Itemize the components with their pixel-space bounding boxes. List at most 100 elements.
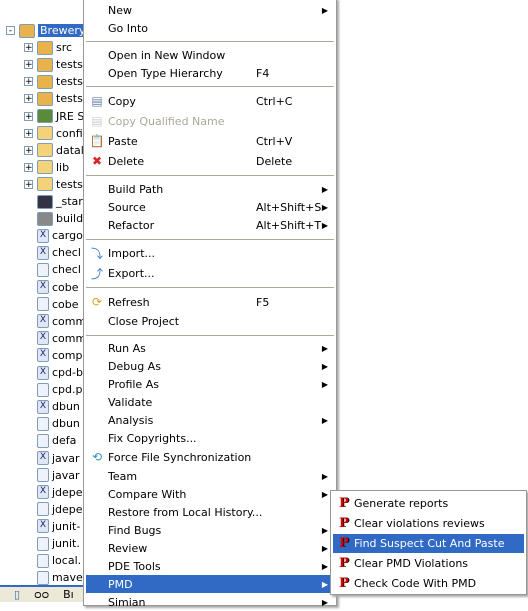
menu-item-new[interactable]: New ▶	[86, 1, 334, 19]
menu-item-copy-qualified-name[interactable]: ▤ Copy Qualified Name	[86, 112, 334, 130]
xml-file-icon: X	[37, 348, 49, 363]
menu-item-refactor[interactable]: Refactor Alt+Shift+T ▶	[86, 216, 334, 234]
tree-item[interactable]: build	[24, 210, 83, 227]
tree-item-label: cobe	[52, 280, 79, 294]
submenu-item-clear-violations-reviews[interactable]: P Clear violations reviews	[333, 514, 524, 533]
expand-toggle-icon[interactable]: +	[24, 60, 33, 70]
tree-item-label: junit.	[52, 537, 80, 550]
tree-item[interactable]: Xcobe	[24, 279, 79, 296]
submenu-item-clear-pmd-violations[interactable]: P Clear PMD Violations	[333, 554, 524, 573]
tree-item[interactable]: + lib	[24, 159, 69, 176]
tree-item[interactable]: Xcpd-b	[24, 364, 83, 381]
expand-toggle-icon[interactable]: +	[24, 179, 33, 189]
tree-item[interactable]: checl	[24, 261, 81, 278]
menu-item-paste[interactable]: 📋 Paste Ctrl+V	[86, 132, 334, 150]
submenu-arrow-icon: ▶	[321, 561, 328, 571]
tree-item-label: defa	[52, 434, 77, 448]
tree-item[interactable]: mave	[24, 569, 83, 585]
menu-item-team[interactable]: Team ▶	[86, 467, 334, 485]
menu-item-label: Close Project	[108, 314, 180, 328]
menu-item-label: PMD	[108, 577, 133, 591]
menu-item-fix-copyrights[interactable]: Fix Copyrights...	[86, 429, 334, 447]
tree-item[interactable]: Xchecl	[24, 244, 81, 261]
expand-toggle-icon[interactable]: -	[6, 26, 15, 36]
menu-item-delete[interactable]: ✖ Delete Delete	[86, 152, 334, 170]
submenu-item-generate-reports[interactable]: P Generate reports	[333, 494, 524, 513]
tree-item[interactable]: dbun	[24, 415, 80, 432]
menu-item-analysis[interactable]: Analysis ▶	[86, 411, 334, 429]
menu-item-find-bugs[interactable]: Find Bugs ▶	[86, 521, 334, 539]
menu-item-open-type-hierarchy[interactable]: Open Type Hierarchy F4	[86, 64, 334, 82]
menu-item-build-path[interactable]: Build Path ▶	[86, 180, 334, 198]
tree-item[interactable]: + tests	[24, 176, 83, 193]
expand-toggle-icon[interactable]: +	[24, 94, 33, 104]
folder-icon	[37, 160, 53, 175]
menu-item-simian[interactable]: Simian ▶	[86, 593, 334, 611]
tree-item-label: cobe	[52, 297, 79, 311]
tree-item[interactable]: javar	[24, 467, 80, 484]
tree-item[interactable]: Xcomm	[24, 330, 84, 347]
menu-item-validate[interactable]: Validate	[86, 393, 334, 411]
view-tab[interactable]: Bı	[63, 588, 74, 601]
submenu-item-check-code-with-pmd[interactable]: P Check Code With PMD	[333, 574, 524, 593]
submenu-item-find-suspect-cut-and-paste[interactable]: P Find Suspect Cut And Paste	[333, 534, 524, 553]
expand-toggle-icon[interactable]: +	[24, 43, 33, 53]
tree-item-label: Brewery	[38, 24, 84, 37]
menu-item-debug-as[interactable]: Debug As ▶	[86, 357, 334, 375]
menu-item-label: New	[108, 3, 132, 17]
tree-item[interactable]: jdepe	[24, 501, 83, 518]
tree-item[interactable]: defa	[24, 432, 76, 449]
tree-item[interactable]: Xdbun	[24, 398, 80, 415]
shortcut-label: Alt+Shift+S	[256, 200, 322, 214]
menu-item-open-in-new-window[interactable]: Open in New Window	[86, 46, 334, 64]
tree-item[interactable]: Xcomp	[24, 347, 82, 364]
tree-item[interactable]: Xjunit-	[24, 518, 80, 535]
menu-item-copy[interactable]: ▤ Copy Ctrl+C	[86, 92, 334, 110]
menu-item-restore-from-local-history[interactable]: Restore from Local History...	[86, 503, 334, 521]
tree-item[interactable]: cobe	[24, 296, 79, 313]
tree-item[interactable]: Xcomm	[24, 313, 84, 330]
menu-item-profile-as[interactable]: Profile As ▶	[86, 375, 334, 393]
menu-item-review[interactable]: Review ▶	[86, 539, 334, 557]
menu-item-export[interactable]: ⤴ Export...	[86, 264, 334, 282]
expand-toggle-icon[interactable]: +	[24, 128, 33, 138]
expand-toggle-icon[interactable]: +	[24, 111, 33, 121]
menu-item-go-into[interactable]: Go Into	[86, 19, 334, 37]
tree-item[interactable]: Xcargo	[24, 227, 83, 244]
tree-item[interactable]: + confi	[24, 125, 83, 142]
menu-item-close-project[interactable]: Close Project	[86, 312, 334, 330]
menu-item-compare-with[interactable]: Compare With ▶	[86, 485, 334, 503]
menu-item-label: Fix Copyrights...	[108, 431, 197, 445]
tree-item[interactable]: + tests	[24, 90, 83, 107]
menu-item-force-file-synchronization[interactable]: ⟲ Force File Synchronization	[86, 448, 334, 466]
tree-item[interactable]: Xjavar	[24, 450, 80, 467]
context-menu: New ▶ Go Into Open in New Window Open Type H…	[83, 0, 337, 609]
tree-item[interactable]: + tests	[24, 73, 83, 90]
expand-toggle-icon[interactable]: +	[24, 162, 33, 172]
xml-file-icon: X	[37, 519, 49, 534]
tree-item[interactable]: local.	[24, 552, 81, 569]
tree-item[interactable]: cpd.p	[24, 381, 83, 398]
menu-item-label: Go Into	[108, 21, 149, 35]
tree-item[interactable]: junit.	[24, 535, 80, 552]
glasses-icon[interactable]: ᴑᴑ	[34, 588, 49, 601]
menu-item-run-as[interactable]: Run As ▶	[86, 339, 334, 357]
menu-item-pde-tools[interactable]: PDE Tools ▶	[86, 557, 334, 575]
tree-item[interactable]: Xjdepe	[24, 484, 83, 501]
tree-item[interactable]: _star	[24, 193, 83, 210]
menu-item-pmd[interactable]: PMD ▶	[86, 575, 334, 593]
expand-toggle-icon[interactable]: +	[24, 145, 33, 155]
menu-item-refresh[interactable]: ⟳ Refresh F5	[86, 293, 334, 311]
new-view-icon[interactable]: ▯	[14, 588, 20, 601]
tree-item[interactable]: + src	[24, 39, 72, 56]
menu-item-source[interactable]: Source Alt+Shift+S ▶	[86, 198, 334, 216]
pmd-icon: P	[339, 576, 349, 591]
tree-item[interactable]: + datal	[24, 142, 84, 159]
tree-item[interactable]: - Brewery	[6, 22, 84, 39]
menu-separator	[86, 287, 334, 288]
expand-toggle-icon[interactable]: +	[24, 77, 33, 87]
tree-item[interactable]: + tests	[24, 56, 83, 73]
package-folder-icon	[37, 74, 53, 89]
menu-item-import[interactable]: ⤵ Import...	[86, 244, 334, 262]
tree-item[interactable]: + JRE S	[24, 108, 84, 125]
